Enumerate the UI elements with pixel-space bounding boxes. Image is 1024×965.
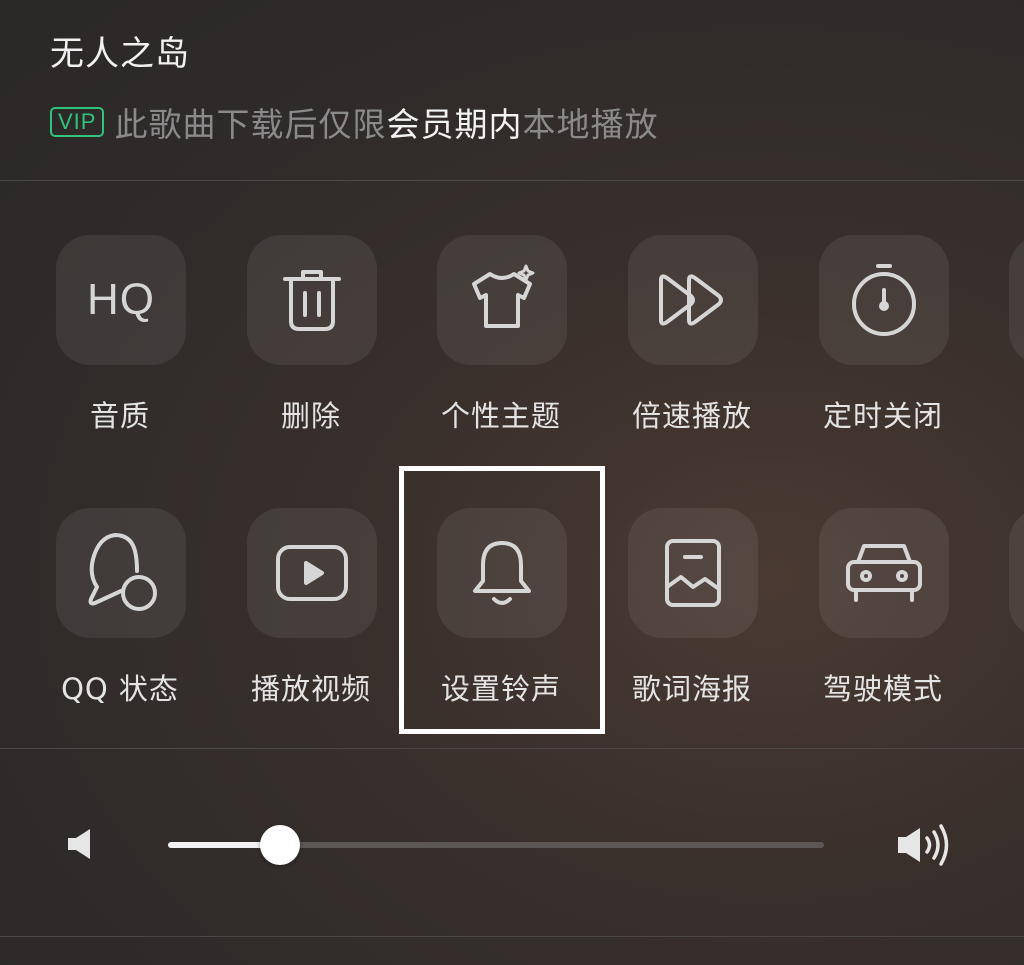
divider-middle: [0, 748, 1024, 749]
partial-icon: [1009, 508, 1024, 638]
menu-item-label: 倍速播放: [631, 399, 752, 433]
icon-tile: [247, 508, 377, 638]
divider-bottom: [0, 936, 1024, 937]
notice-highlight: 会员期内: [386, 105, 523, 144]
menu-item-label: 歌词海报: [631, 672, 752, 706]
menu-item-label: 驾驶模式: [822, 672, 943, 706]
volume-high-icon[interactable]: [896, 820, 956, 870]
volume-control: [0, 790, 1024, 900]
icon-tile: [628, 508, 758, 638]
car-icon: [846, 544, 922, 602]
stopwatch-icon: [852, 264, 916, 336]
play-video-icon: [276, 545, 348, 601]
hq-icon: HQ: [87, 275, 155, 324]
song-title: 无人之岛: [50, 34, 190, 74]
icon-tile: [56, 508, 186, 638]
volume-slider[interactable]: [168, 825, 824, 865]
qq-status-icon: [88, 533, 157, 611]
highlight-box: [399, 466, 605, 734]
icon-tile: [247, 235, 377, 365]
vip-badge: VIP: [50, 107, 105, 137]
notice-prefix: 此歌曲下载后仅限: [114, 105, 387, 144]
icon-tile: [628, 235, 758, 365]
notice-suffix: 本地播放: [522, 105, 659, 144]
volume-slider-thumb[interactable]: [259, 825, 300, 865]
icon-tile: HQ: [56, 235, 186, 365]
volume-low-icon[interactable]: [66, 828, 96, 860]
menu-item-label: QQ 状态: [61, 672, 179, 706]
trash-icon: [283, 270, 341, 331]
menu-item-label: 播放视频: [250, 672, 371, 706]
menu-item-label: 设: [978, 393, 1024, 435]
menu-item-label: 删除: [280, 399, 341, 433]
icon-tile: [437, 235, 567, 365]
player-more-panel: 无人之岛 VIP 此歌曲下载后仅限 会员期内 本地播放 HQ 音质 删除 个性主…: [0, 0, 1024, 965]
menu-item-label: 定时关闭: [822, 399, 943, 433]
lyrics-poster-icon: [665, 539, 721, 607]
menu-item-label: 背: [978, 666, 1024, 708]
icon-tile: [819, 508, 949, 638]
vip-notice: VIP 此歌曲下载后仅限 会员期内 本地播放: [50, 100, 658, 144]
tshirt-icon: [472, 264, 535, 328]
divider-top: [0, 180, 1024, 181]
double-forward-icon: [659, 274, 723, 326]
menu-item-label: 音质: [89, 399, 150, 433]
partial-icon: [1009, 235, 1024, 365]
icon-tile: [819, 235, 949, 365]
menu-item-label: 个性主题: [440, 399, 561, 433]
